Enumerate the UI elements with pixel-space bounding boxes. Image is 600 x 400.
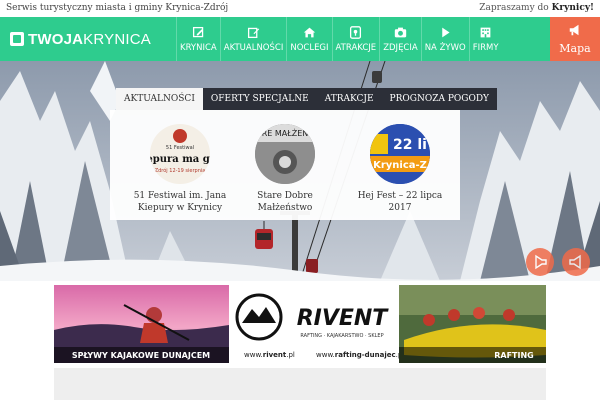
rivent-logo-text: RIVENT: [297, 306, 390, 331]
nav-item-aktualnosci[interactable]: AKTUALNOŚCI: [219, 17, 287, 61]
megaphone-icon: [568, 23, 582, 42]
slider-prev-button[interactable]: [526, 248, 554, 276]
svg-text:Zdrój 12-19 sierpnia: Zdrój 12-19 sierpnia: [155, 167, 206, 174]
home-icon: [302, 26, 316, 40]
svg-text:epura ma gł: epura ma gł: [150, 154, 210, 165]
edit-icon: [247, 26, 261, 40]
main-navbar: TWOJA KRYNICA KRYNICA AKTUALNOŚCI NOCLEGI…: [0, 17, 600, 61]
building-icon: [479, 26, 493, 40]
nav-item-noclegi[interactable]: NOCLEGI: [286, 17, 331, 61]
svg-text:22 li: 22 li: [393, 137, 427, 153]
tab-oferty-specjalne[interactable]: OFERTY SPECJALNE: [203, 88, 317, 110]
slider-next-button[interactable]: [562, 248, 590, 276]
nav-menu: KRYNICA AKTUALNOŚCI NOCLEGI ATRAKCJE ZDJ…: [176, 17, 502, 61]
site-logo[interactable]: TWOJA KRYNICA: [10, 27, 151, 51]
megaphone-right-icon: [569, 254, 581, 270]
logo-icon: [10, 32, 24, 46]
nav-item-zdjecia[interactable]: ZDJĘCIA: [379, 17, 421, 61]
news-caption[interactable]: 51 Festiwal im. Jana Kiepury w Krynicy: [125, 190, 235, 214]
news-card[interactable]: RE MAŁŻEN Stare Dobre Małżeństwo: [230, 124, 340, 214]
rafting-url: www.rafting-dunajec.pl: [316, 351, 404, 359]
svg-text:51 Festiwal: 51 Festiwal: [166, 145, 194, 151]
play-icon: [438, 26, 452, 40]
map-pin-icon: [349, 26, 363, 40]
nav-item-na-zywo[interactable]: NA ŻYWO: [420, 17, 469, 61]
nav-item-atrakcje[interactable]: ATRAKCJE: [331, 17, 380, 61]
svg-text:RE MAŁŻEN: RE MAŁŻEN: [262, 128, 309, 138]
tab-atrakcje[interactable]: ATRAKCJE: [317, 88, 382, 110]
svg-text:Krynica-Z: Krynica-Z: [373, 160, 427, 171]
news-thumbnail: RE MAŁŻEN: [255, 124, 315, 184]
map-button[interactable]: Mapa: [550, 17, 600, 61]
news-card[interactable]: 22 li Krynica-Z Hej Fest – 22 lipca 2017: [345, 124, 455, 214]
kayak-caption: SPŁYWY KAJAKOWE DUNAJCEM: [72, 351, 210, 360]
rafting-caption: RAFTING: [494, 351, 534, 360]
rivent-url: www.rivent.pl: [244, 351, 295, 359]
news-card[interactable]: 51 Festiwal epura ma gł Zdrój 12-19 sier…: [125, 124, 235, 214]
tab-aktualnosci[interactable]: AKTUALNOŚCI: [116, 88, 203, 110]
welcome-text: Zapraszamy do Krynicy!: [479, 3, 594, 13]
nav-item-firmy[interactable]: FIRMY: [468, 17, 502, 61]
news-thumbnail: 22 li Krynica-Z: [370, 124, 430, 184]
megaphone-left-icon: [535, 254, 547, 270]
content-area: [54, 368, 546, 400]
news-caption[interactable]: Stare Dobre Małżeństwo: [230, 190, 340, 214]
camera-icon: [393, 26, 407, 40]
rivent-ad-banner[interactable]: SPŁYWY KAJAKOWE DUNAJCEM RIVENT RAFTING …: [54, 285, 546, 363]
rivent-tagline: RAFTING · KAJAKARSTWO · SKLEP: [300, 333, 383, 339]
news-tabs: AKTUALNOŚCI OFERTY SPECJALNE ATRAKCJE PR…: [116, 88, 497, 110]
top-strip: Serwis turystyczny miasta i gminy Krynic…: [0, 0, 600, 17]
tab-prognoza-pogody[interactable]: PROGNOZA POGODY: [382, 88, 497, 110]
news-thumbnail: 51 Festiwal epura ma gł Zdrój 12-19 sier…: [150, 124, 210, 184]
pencil-icon: [191, 26, 205, 40]
site-tagline: Serwis turystyczny miasta i gminy Krynic…: [6, 3, 229, 13]
nav-item-krynica[interactable]: KRYNICA: [176, 17, 220, 61]
news-caption[interactable]: Hej Fest – 22 lipca 2017: [345, 190, 455, 214]
news-panel: 51 Festiwal epura ma gł Zdrój 12-19 sier…: [110, 110, 460, 220]
